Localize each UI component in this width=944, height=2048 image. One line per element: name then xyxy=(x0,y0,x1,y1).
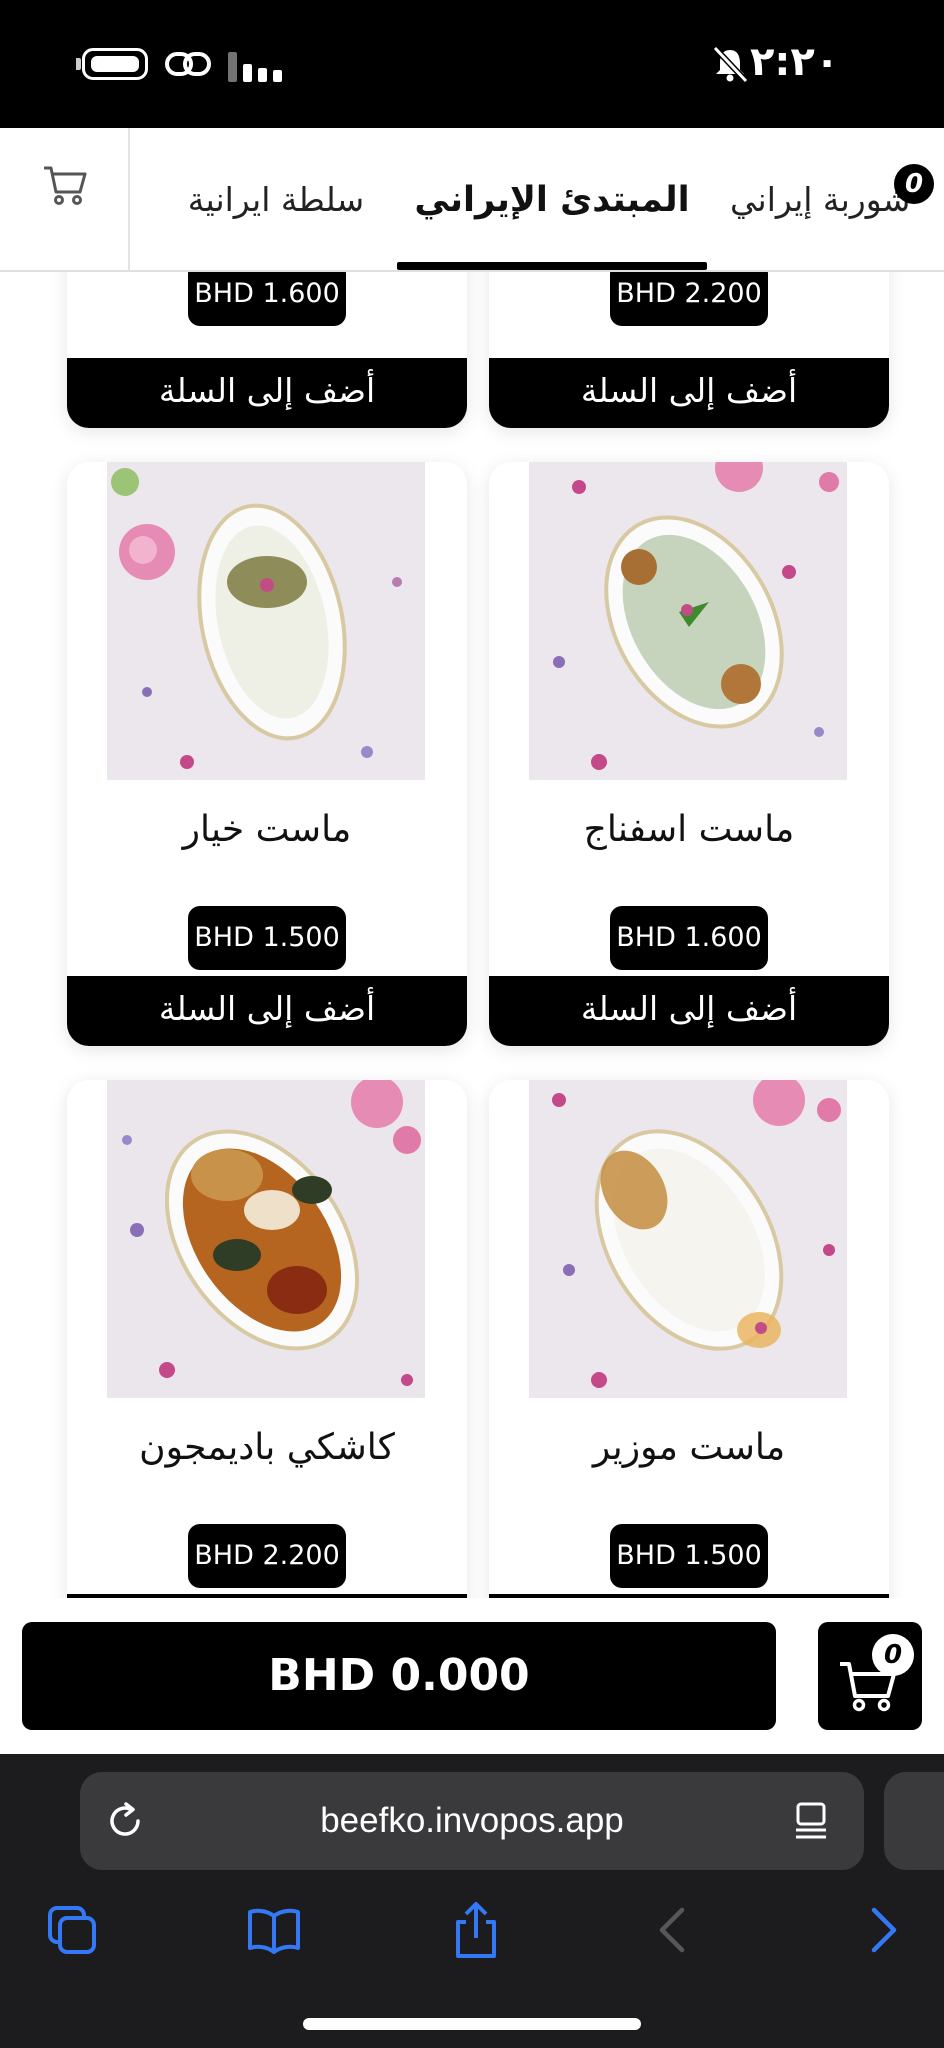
product-name: كاشكي باديمجون xyxy=(139,1427,395,1468)
checkout-bar: BHD 0.000 0 xyxy=(0,1598,944,1754)
category-tabs: سلطة ايرانية المبتدئ الإيراني شوربة إيرا… xyxy=(0,128,944,272)
reader-mode-icon[interactable] xyxy=(790,1800,832,1842)
tab-iranian-starter[interactable]: المبتدئ الإيراني xyxy=(397,128,707,270)
tabs-icon[interactable] xyxy=(44,1900,104,1960)
product-name: ماست خيار xyxy=(182,809,352,850)
battery-nub xyxy=(76,58,81,70)
product-card[interactable]: ماست موزير BHD 1.500 xyxy=(489,1080,889,1598)
add-to-cart-button[interactable]: أضف إلى السلة xyxy=(489,358,889,428)
tab-iranian-salad[interactable]: سلطة ايرانية xyxy=(172,128,380,270)
price-badge: BHD 1.600 xyxy=(188,272,346,326)
product-card[interactable]: كاشكي باديمجون BHD 2.200 xyxy=(67,1080,467,1598)
next-tab-preview[interactable] xyxy=(884,1772,944,1870)
address-bar[interactable]: beefko.invopos.app xyxy=(80,1772,864,1870)
product-card[interactable]: ماست اسفناج BHD 1.600 أضف إلى السلة xyxy=(489,462,889,1046)
add-to-cart-button[interactable]: أضف إلى السلة xyxy=(489,976,889,1046)
bell-muted-icon xyxy=(712,45,749,84)
back-icon[interactable] xyxy=(644,1900,704,1960)
browser-chrome: beefko.invopos.app xyxy=(0,1754,944,2048)
reload-icon[interactable] xyxy=(104,1800,146,1842)
home-indicator xyxy=(303,2018,641,2030)
product-grid: BHD 1.600 أضف إلى السلة BHD 2.200 أضف إل… xyxy=(0,272,944,1598)
product-name: ماست موزير xyxy=(592,1427,786,1468)
cart-icon xyxy=(44,166,87,205)
product-name: ماست اسفناج xyxy=(583,809,795,850)
product-image xyxy=(107,462,425,780)
price-badge: BHD 2.200 xyxy=(188,1524,346,1588)
product-image xyxy=(529,462,847,780)
product-card: BHD 2.200 أضف إلى السلة xyxy=(489,272,889,428)
url-text: beefko.invopos.app xyxy=(320,1801,624,1840)
signal-icon xyxy=(228,46,286,82)
cart-count-badge: 0 xyxy=(872,1634,914,1676)
nav-cart-button[interactable] xyxy=(0,128,130,270)
add-to-cart-button[interactable]: أضف إلى السلة xyxy=(67,976,467,1046)
link-icon xyxy=(165,52,211,76)
status-time: ٢:٢٠ xyxy=(750,39,840,85)
cart-button[interactable]: 0 xyxy=(818,1622,922,1730)
product-card: BHD 1.600 أضف إلى السلة xyxy=(67,272,467,428)
share-icon[interactable] xyxy=(446,1900,506,1960)
add-to-cart-button[interactable]: أضف إلى السلة xyxy=(67,358,467,428)
product-image xyxy=(107,1080,425,1398)
price-badge: BHD 1.500 xyxy=(610,1524,768,1588)
nav-cart-count-badge: 0 xyxy=(894,164,934,204)
product-image xyxy=(529,1080,847,1398)
battery-icon xyxy=(82,48,148,80)
status-bar: ٢:٢٠ xyxy=(0,0,944,128)
price-badge: BHD 1.500 xyxy=(188,906,346,970)
cart-total-button[interactable]: BHD 0.000 xyxy=(22,1622,776,1730)
bookmarks-icon[interactable] xyxy=(244,1900,304,1960)
price-badge: BHD 1.600 xyxy=(610,906,768,970)
price-badge: BHD 2.200 xyxy=(610,272,768,326)
product-card[interactable]: ماست خيار BHD 1.500 أضف إلى السلة xyxy=(67,462,467,1046)
forward-icon[interactable] xyxy=(852,1900,912,1960)
active-tab-indicator xyxy=(397,262,707,270)
